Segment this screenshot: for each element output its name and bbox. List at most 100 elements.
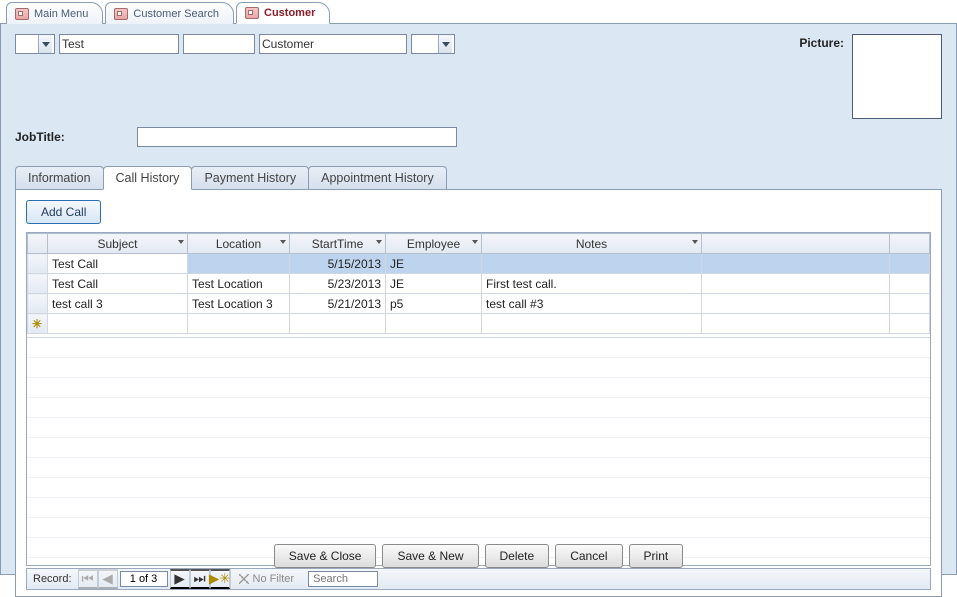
select-all-corner[interactable] xyxy=(28,234,48,254)
row-selector[interactable] xyxy=(28,274,48,294)
cell-starttime[interactable]: 5/23/2013 xyxy=(290,274,386,294)
col-location[interactable]: Location xyxy=(188,234,290,254)
cell-employee[interactable]: p5 xyxy=(386,294,482,314)
cell-blank[interactable] xyxy=(702,254,890,274)
cell-notes[interactable] xyxy=(482,254,702,274)
doctab-customer-search[interactable]: Customer Search xyxy=(105,2,234,24)
last-name-field[interactable]: Customer xyxy=(259,34,407,54)
cell-employee[interactable]: JE xyxy=(386,274,482,294)
cell-notes[interactable] xyxy=(482,314,702,334)
col-notes[interactable]: Notes xyxy=(482,234,702,254)
form-icon xyxy=(245,7,259,19)
table-row[interactable]: test call 3 Test Location 3 5/21/2013 p5… xyxy=(28,294,930,314)
calls-datasheet[interactable]: Subject Location StartTime Employee Note… xyxy=(26,232,931,566)
tab-label: Appointment History xyxy=(321,171,434,185)
table-row[interactable]: Test Call 5/15/2013 JE xyxy=(28,254,930,274)
picture-area: Picture: xyxy=(799,34,942,119)
row-selector-new[interactable]: ✳ xyxy=(28,314,48,334)
cell-blank[interactable] xyxy=(702,314,890,334)
cell-location[interactable]: Test Location xyxy=(188,274,290,294)
row-selector[interactable] xyxy=(28,294,48,314)
nav-last-button[interactable]: ⏭ xyxy=(190,569,210,589)
cell-starttime[interactable]: 5/15/2013 xyxy=(290,254,386,274)
save-new-button[interactable]: Save & New xyxy=(382,544,478,568)
cell-blank2[interactable] xyxy=(890,254,930,274)
col-starttime[interactable]: StartTime xyxy=(290,234,386,254)
record-position-input[interactable] xyxy=(120,571,168,587)
delete-button[interactable]: Delete xyxy=(485,544,550,568)
cell-employee[interactable]: JE xyxy=(386,254,482,274)
suffix-combo[interactable] xyxy=(411,34,455,54)
first-name-field[interactable]: Test xyxy=(59,34,179,54)
last-name-value: Customer xyxy=(262,37,314,51)
nav-new-button[interactable]: ▶✳ xyxy=(210,569,230,589)
jobtitle-field[interactable] xyxy=(137,127,457,147)
search-input[interactable] xyxy=(308,571,378,587)
tab-information[interactable]: Information xyxy=(15,166,104,190)
document-tabbar: Main Menu Customer Search Customer xyxy=(0,0,957,24)
chevron-down-icon[interactable] xyxy=(38,35,52,53)
cell-subject[interactable]: test call 3 xyxy=(48,294,188,314)
col-blank2[interactable] xyxy=(890,234,930,254)
record-navigator: Record: ⏮ ◀ ▶ ⏭ ▶✳ No Filter xyxy=(26,568,931,590)
sort-icon xyxy=(472,240,478,244)
cell-starttime[interactable]: 5/21/2013 xyxy=(290,294,386,314)
sort-icon xyxy=(178,240,184,244)
col-employee[interactable]: Employee xyxy=(386,234,482,254)
cell-starttime[interactable] xyxy=(290,314,386,334)
doctab-customer[interactable]: Customer xyxy=(236,2,330,24)
jobtitle-row: JobTitle: xyxy=(15,127,942,147)
cell-location[interactable]: Test Location 3 xyxy=(188,294,290,314)
nav-first-button[interactable]: ⏮ xyxy=(78,569,98,589)
table-row[interactable]: Test Call Test Location 5/23/2013 JE Fir… xyxy=(28,274,930,294)
col-subject[interactable]: Subject xyxy=(48,234,188,254)
name-fields: Test Customer xyxy=(15,34,455,54)
cell-subject[interactable] xyxy=(48,314,188,334)
row-selector[interactable] xyxy=(28,254,48,274)
col-label: StartTime xyxy=(310,237,366,251)
tab-label: Information xyxy=(28,171,91,185)
save-close-button[interactable]: Save & Close xyxy=(274,544,377,568)
add-call-button[interactable]: Add Call xyxy=(26,200,101,224)
nav-next-button[interactable]: ▶ xyxy=(170,569,190,589)
col-blank[interactable] xyxy=(702,234,890,254)
prefix-combo[interactable] xyxy=(15,34,55,54)
cell-employee[interactable] xyxy=(386,314,482,334)
tab-call-history[interactable]: Call History xyxy=(103,166,193,190)
cell-location[interactable] xyxy=(188,314,290,334)
cell-blank2[interactable] xyxy=(890,314,930,334)
cell-blank[interactable] xyxy=(702,294,890,314)
tab-label: Payment History xyxy=(204,171,296,185)
form-icon xyxy=(15,8,29,20)
cell-location[interactable] xyxy=(188,254,290,274)
nav-prev-button[interactable]: ◀ xyxy=(98,569,118,589)
action-bar: Save & Close Save & New Delete Cancel Pr… xyxy=(1,544,956,568)
picture-box[interactable] xyxy=(852,34,942,119)
cell-notes[interactable]: First test call. xyxy=(482,274,702,294)
middle-name-field[interactable] xyxy=(183,34,255,54)
cell-blank2[interactable] xyxy=(890,294,930,314)
new-record-row[interactable]: ✳ xyxy=(28,314,930,334)
tab-appointment-history[interactable]: Appointment History xyxy=(308,166,447,190)
detail-tabstrip: Information Call History Payment History… xyxy=(15,165,942,189)
cell-subject[interactable]: Test Call xyxy=(48,254,188,274)
tab-payment-history[interactable]: Payment History xyxy=(191,166,309,190)
filter-indicator[interactable]: No Filter xyxy=(230,569,303,589)
calls-table: Subject Location StartTime Employee Note… xyxy=(27,233,930,334)
cell-notes[interactable]: test call #3 xyxy=(482,294,702,314)
doctab-main-menu[interactable]: Main Menu xyxy=(6,2,103,24)
print-button[interactable]: Print xyxy=(629,544,684,568)
new-record-icon: ✳ xyxy=(32,317,42,331)
grid-empty-area xyxy=(27,337,930,565)
cancel-button[interactable]: Cancel xyxy=(555,544,622,568)
cell-blank[interactable] xyxy=(702,274,890,294)
cell-blank2[interactable] xyxy=(890,274,930,294)
doctab-label: Main Menu xyxy=(34,8,88,20)
detail-tabs: Information Call History Payment History… xyxy=(15,165,942,597)
chevron-down-icon[interactable] xyxy=(438,35,452,53)
sort-icon xyxy=(376,240,382,244)
call-history-page: Add Call xyxy=(15,189,942,597)
cell-subject[interactable]: Test Call xyxy=(48,274,188,294)
sort-icon xyxy=(280,240,286,244)
doctab-label: Customer xyxy=(264,7,315,19)
